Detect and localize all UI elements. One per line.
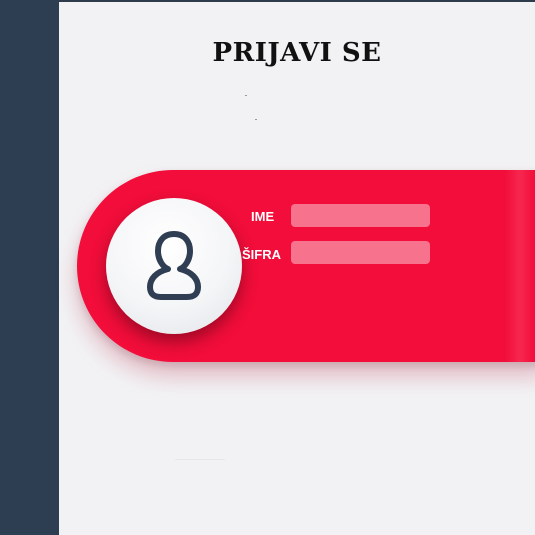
username-input[interactable] (291, 204, 430, 227)
top-border (0, 0, 535, 2)
password-input[interactable] (291, 241, 430, 264)
page-title: PRIJAVI SE (212, 38, 382, 68)
divider (175, 459, 225, 460)
sidebar (0, 0, 59, 535)
password-label: ŠIFRA (242, 247, 281, 262)
username-label: IME (251, 209, 275, 224)
decoration-dot (255, 119, 257, 120)
login-page: PRIJAVI SE IME ŠIFRA (0, 0, 535, 535)
avatar (106, 198, 242, 334)
user-icon (147, 231, 201, 300)
decoration-dot (245, 95, 247, 96)
